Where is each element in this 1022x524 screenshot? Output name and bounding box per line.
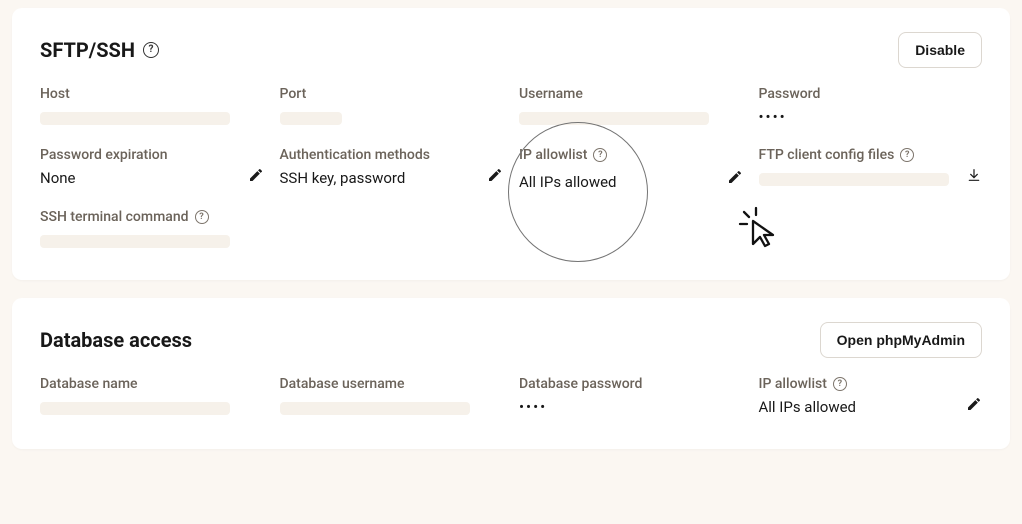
host-label: Host [40, 86, 264, 102]
database-username-field: Database username [280, 376, 504, 419]
db-ip-allowlist-field: IP allowlist ? All IPs allowed [759, 376, 983, 419]
ftp-client-config-value-placeholder [759, 173, 949, 186]
help-icon[interactable]: ? [593, 148, 607, 162]
download-ftp-config-icon[interactable] [966, 167, 982, 183]
port-value-placeholder [280, 112, 342, 125]
sftp-ssh-card: SFTP/SSH ? Disable Host Port Username Pa… [12, 8, 1010, 280]
db-ip-allowlist-value: All IPs allowed [759, 398, 857, 416]
ssh-terminal-command-label: SSH terminal command [40, 209, 189, 225]
database-password-value: •••• [519, 398, 743, 416]
edit-auth-methods-icon[interactable] [487, 167, 503, 183]
edit-ip-allowlist-icon[interactable] [727, 169, 743, 185]
help-icon[interactable]: ? [833, 377, 847, 391]
ip-allowlist-label: IP allowlist [519, 147, 587, 163]
password-label: Password [759, 86, 983, 102]
host-value-placeholder [40, 112, 230, 125]
db-ip-allowlist-label: IP allowlist [759, 376, 827, 392]
port-label: Port [280, 86, 504, 102]
password-expiration-field: Password expiration None [40, 147, 264, 191]
ftp-client-config-label: FTP client config files [759, 147, 895, 163]
auth-methods-value: SSH key, password [280, 169, 406, 187]
disable-button[interactable]: Disable [898, 32, 982, 68]
ip-allowlist-value: All IPs allowed [519, 173, 617, 191]
database-username-label: Database username [280, 376, 504, 392]
help-icon[interactable]: ? [143, 42, 159, 58]
database-password-label: Database password [519, 376, 743, 392]
username-field: Username [519, 86, 743, 129]
database-access-card: Database access Open phpMyAdmin Database… [12, 298, 1010, 449]
sftp-ssh-title: SFTP/SSH [40, 38, 135, 62]
password-expiration-value: None [40, 169, 76, 187]
database-name-value-placeholder [40, 402, 230, 415]
auth-methods-field: Authentication methods SSH key, password [280, 147, 504, 191]
ssh-terminal-command-field: SSH terminal command ? [40, 209, 264, 252]
database-name-label: Database name [40, 376, 264, 392]
ip-allowlist-field: IP allowlist ? All IPs allowed [519, 147, 743, 191]
database-access-title: Database access [40, 328, 192, 352]
edit-db-ip-allowlist-icon[interactable] [966, 396, 982, 412]
password-value: •••• [759, 108, 983, 126]
help-icon[interactable]: ? [900, 148, 914, 162]
ftp-client-config-field: FTP client config files ? [759, 147, 983, 191]
username-value-placeholder [519, 112, 709, 125]
database-password-field: Database password •••• [519, 376, 743, 419]
password-expiration-label: Password expiration [40, 147, 264, 163]
password-field: Password •••• [759, 86, 983, 129]
host-field: Host [40, 86, 264, 129]
username-label: Username [519, 86, 743, 102]
edit-password-expiration-icon[interactable] [248, 167, 264, 183]
ssh-terminal-command-value-placeholder [40, 235, 230, 248]
database-username-value-placeholder [280, 402, 470, 415]
open-phpmyadmin-button[interactable]: Open phpMyAdmin [820, 322, 982, 358]
database-name-field: Database name [40, 376, 264, 419]
help-icon[interactable]: ? [195, 210, 209, 224]
auth-methods-label: Authentication methods [280, 147, 504, 163]
port-field: Port [280, 86, 504, 129]
